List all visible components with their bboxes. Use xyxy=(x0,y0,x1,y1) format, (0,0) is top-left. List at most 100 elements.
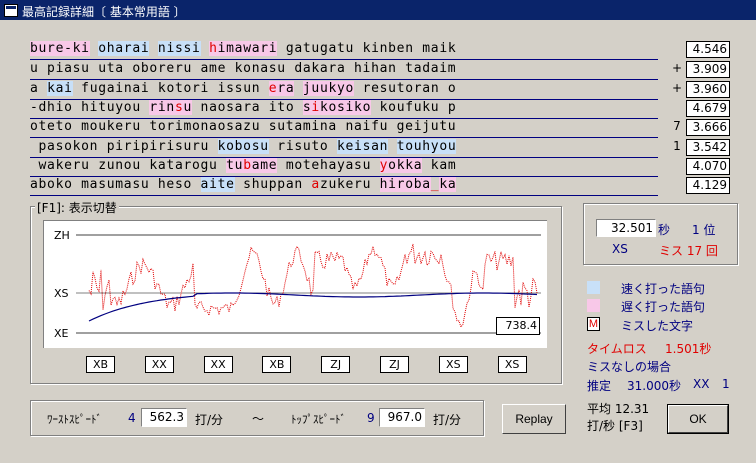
graph-group-title: [F1]: 表示切替 xyxy=(35,199,119,216)
missed-char: s xyxy=(174,100,184,115)
line-time: 4.679 xyxy=(686,100,730,117)
section-rank: XS xyxy=(438,356,468,373)
line-time: 4.129 xyxy=(686,177,730,194)
estimate-grade: XX xyxy=(693,377,710,391)
missed-char: a xyxy=(311,177,320,192)
typed-line: bure-ki oharai nissi himawari gatugatu k… xyxy=(30,40,658,60)
line-time: 4.546 xyxy=(686,41,730,58)
text-segment: pasokon piripirisuru xyxy=(30,139,218,154)
line-time: 3.666 xyxy=(686,119,730,136)
top-speed-value: 967.0 xyxy=(379,408,425,427)
text-segment: fugainai kotori issun xyxy=(72,81,269,96)
speed-graph[interactable]: ZH XS XE 738.4 xyxy=(43,220,547,348)
typed-line: a kai fugainai kotori issun era juukyo r… xyxy=(30,80,658,100)
text-segment: gatugatu kinben maik xyxy=(277,41,457,56)
missed-char: b xyxy=(243,158,252,173)
fast-legend-label: 速く打った語句 xyxy=(621,282,706,296)
estimate-time: 31.000秒 xyxy=(627,379,681,393)
section-rank: XX xyxy=(203,356,233,373)
slow-word: okka xyxy=(388,158,423,173)
section-rank: XS xyxy=(497,356,527,373)
slow-word: ame xyxy=(251,158,278,173)
axis-label-xe: XE xyxy=(54,327,69,340)
fast-word: keisan xyxy=(336,139,389,154)
miss-count: ミス 17 回 xyxy=(659,244,718,258)
window-title: 最高記録詳細〔 基本常用語 〕 xyxy=(22,5,186,19)
text-segment: u piasu uta oboreru ame konasu dakara hi… xyxy=(30,61,457,76)
title-bar[interactable]: 最高記録詳細〔 基本常用語 〕 xyxy=(0,0,756,20)
section-rank: ZJ xyxy=(380,356,409,373)
line-time: 3.960 xyxy=(686,81,730,98)
text-segment: aboko masumasu heso xyxy=(30,177,201,192)
text-segment: wakeru zunou katarogu xyxy=(30,158,227,173)
window-icon xyxy=(4,4,18,17)
typed-line: oteto moukeru torimonaosazu sutamina nai… xyxy=(30,118,658,138)
typed-line: u piasu uta oboreru ame konasu dakara hi… xyxy=(30,60,658,80)
top-speed-unit: 打/分 xyxy=(433,413,462,427)
worst-speed-index: 4 xyxy=(128,411,136,425)
text-segment xyxy=(294,81,303,96)
slow-word: bure-ki xyxy=(30,41,90,56)
slow-word: hiroba xyxy=(379,177,431,192)
slow-legend-swatch xyxy=(587,299,600,312)
line-marker: + xyxy=(671,81,683,95)
missed-char: y xyxy=(379,158,389,173)
text-segment: resutoran o xyxy=(354,81,457,96)
worst-speed-label: ﾜｰｽﾄｽﾋﾟｰﾄﾞ xyxy=(47,413,102,426)
fast-word: oharai xyxy=(98,41,150,56)
line-marker: 1 xyxy=(673,139,681,153)
text-segment xyxy=(149,41,158,56)
slow-word: u xyxy=(183,100,193,115)
section-rank: XB xyxy=(86,356,115,373)
line-marker: + xyxy=(671,61,683,75)
ok-button[interactable]: OK xyxy=(667,404,729,434)
text-segment: naosara ito xyxy=(192,100,303,115)
fast-legend-swatch xyxy=(587,281,600,294)
average-label: 平均 12.31 xyxy=(587,402,650,416)
text-segment: a xyxy=(30,81,48,96)
line-time: 4.070 xyxy=(686,158,730,175)
top-speed-index: 9 xyxy=(367,411,375,425)
text-segment: zukeru xyxy=(319,177,380,192)
text-segment: risuto xyxy=(268,139,337,154)
axis-label-zh: ZH xyxy=(54,229,70,242)
current-speed-value: 738.4 xyxy=(496,317,540,335)
seconds-unit: 秒 xyxy=(658,223,671,237)
line-time: 3.909 xyxy=(686,61,730,78)
slow-word: imawari xyxy=(217,41,278,56)
speed-line xyxy=(88,243,538,329)
total-time-field: 32.501 xyxy=(596,219,656,237)
text-segment: koufuku p xyxy=(371,100,457,115)
fast-word: touhyou xyxy=(396,139,457,154)
slow-word: ka xyxy=(439,177,457,192)
text-segment: -dhio hituyou xyxy=(30,100,150,115)
worst-speed-unit: 打/分 xyxy=(195,413,224,427)
axis-label-xs: XS xyxy=(54,287,69,300)
rank-position: 1 位 xyxy=(692,223,716,237)
typed-line: wakeru zunou katarogu tubame motehayasu … xyxy=(30,157,658,177)
section-rank: ZJ xyxy=(321,356,351,373)
section-rank: XX xyxy=(144,356,174,373)
typed-line: pasokon piripirisuru kobosu risuto keisa… xyxy=(30,138,658,158)
text-segment xyxy=(201,41,210,56)
worst-speed-value: 562.3 xyxy=(141,408,187,427)
miss-legend-label: ミスした文字 xyxy=(621,319,694,333)
missed-char: i xyxy=(311,100,320,115)
record-detail-window: 最高記録詳細〔 基本常用語 〕 bure-ki oharai nissi him… xyxy=(0,0,756,463)
slow-word: ra xyxy=(277,81,295,96)
fast-word: aite xyxy=(200,177,235,192)
replay-button[interactable]: Replay xyxy=(502,404,566,434)
fast-word: kobosu xyxy=(217,139,269,154)
typed-line: -dhio hituyou rinsu naosara ito sikosiko… xyxy=(30,99,658,119)
text-segment: oteto moukeru torimonaosazu sutamina nai… xyxy=(30,119,457,134)
estimate-rank: 1 xyxy=(722,377,730,391)
text-segment xyxy=(90,41,99,56)
slow-word: tu xyxy=(226,158,244,173)
text-segment: motehayasu xyxy=(277,158,380,173)
fast-word: nissi xyxy=(157,41,201,56)
average-unit[interactable]: 打/秒 [F3] xyxy=(587,417,643,434)
estimate-label: 推定 xyxy=(587,379,612,393)
slow-word: kosiko xyxy=(319,100,372,115)
timeloss-value: 1.501秒 xyxy=(665,342,712,356)
typed-line: aboko masumasu heso aite shuppan azukeru… xyxy=(30,176,658,196)
